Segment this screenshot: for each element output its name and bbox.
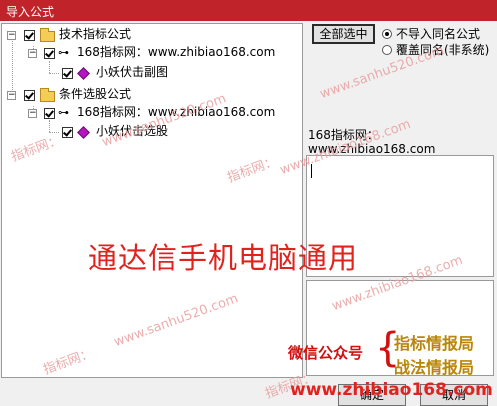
radio-skip-duplicates[interactable]: [382, 29, 392, 39]
wechat-label: 微信公众号: [288, 344, 364, 362]
promo-gold-2: 战法情报局: [394, 358, 475, 377]
collapse-icon[interactable]: −: [28, 49, 37, 58]
source-2-checkbox[interactable]: [44, 108, 55, 119]
item-1-label: 小妖伏击副图: [96, 65, 169, 79]
radio-overwrite-duplicates[interactable]: [382, 45, 392, 55]
folder-icon: [40, 88, 55, 102]
source-1-label: 168指标网：www.zhibiao168.com: [77, 45, 276, 59]
source-1-checkbox[interactable]: [44, 48, 55, 59]
item-1-checkbox[interactable]: [62, 68, 73, 79]
window-title: 导入公式: [6, 5, 55, 19]
tree-node-item-1[interactable]: 小妖伏击副图: [2, 64, 302, 81]
formula-gem-icon: [77, 126, 90, 139]
folder-icon: [40, 28, 55, 42]
tree-node-group-2[interactable]: − 条件选股公式: [2, 86, 302, 103]
formula-gem-icon: [77, 67, 90, 80]
group-2-label: 条件选股公式: [59, 87, 132, 101]
promo-site: www.zhibiao168.com: [290, 380, 493, 400]
radio-skip-label: 不导入同名公式: [396, 27, 481, 41]
tree-node-source-1[interactable]: − ⊶ 168指标网：www.zhibiao168.com: [2, 44, 302, 61]
title-bar: 导入公式: [0, 0, 497, 21]
collapse-icon[interactable]: −: [28, 109, 37, 118]
item-2-checkbox[interactable]: [62, 127, 73, 138]
key-icon: ⊶: [58, 46, 69, 59]
group-1-label: 技术指标公式: [59, 27, 132, 41]
key-icon: ⊶: [58, 106, 69, 119]
promo-headline: 通达信手机电脑通用: [88, 241, 359, 275]
select-all-button[interactable]: 全部选中: [312, 24, 375, 44]
promo-gold-1: 指标情报局: [394, 334, 475, 353]
group-1-checkbox[interactable]: [24, 30, 35, 41]
tree-node-group-1[interactable]: − 技术指标公式: [2, 26, 302, 43]
collapse-icon[interactable]: −: [7, 31, 16, 40]
group-2-checkbox[interactable]: [24, 90, 35, 101]
collapse-icon[interactable]: −: [7, 91, 16, 100]
